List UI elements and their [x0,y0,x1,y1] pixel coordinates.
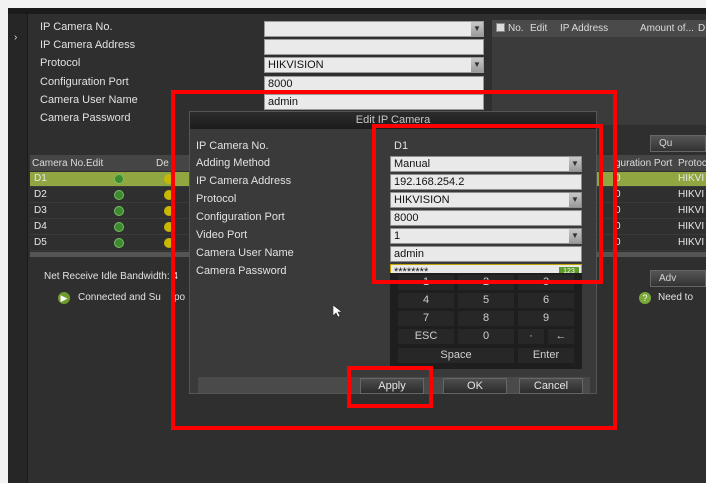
select-all-checkbox[interactable] [496,23,505,32]
protocol-select[interactable]: HIKVISION ▼ [264,57,484,73]
advanced-button[interactable]: Adv [650,270,706,287]
cell-protocol: HIKVI [678,237,705,248]
cell-camera-no: D2 [34,189,47,200]
cell-camera-no: D4 [34,221,47,232]
form-label-camera-address: IP Camera Address [40,39,136,51]
screen: › IP Camera No. IP Camera Address Protoc… [8,8,706,483]
play-icon: ▶ [58,292,70,304]
net-receive-text: Net Receive Idle Bandwidth: 4 [44,271,178,282]
edit-icon[interactable] [114,238,124,248]
chevron-right-icon: › [14,32,18,43]
form-label-password: Camera Password [40,112,131,124]
col-d: D [698,23,706,34]
col-config-port: guration Port [615,158,673,169]
quick-add-label: Qu [659,138,673,149]
protocol-value: HIKVISION [268,59,324,71]
need-text: Need to [658,292,694,303]
col-camera-no: Camera No. [32,158,86,169]
annotation-fields-box [372,124,603,284]
edit-icon[interactable] [114,174,124,184]
cell-protocol: HIKVI [678,173,705,184]
camera-no-select[interactable]: ▼ [264,21,484,37]
col-protocol: Protoc [678,158,706,169]
cell-protocol: HIKVI [678,221,705,232]
cell-camera-no: D1 [34,173,47,184]
port-value: 8000 [268,78,293,90]
cell-camera-no: D3 [34,205,47,216]
col-ip-address: IP Address [560,23,609,34]
cell-protocol: HIKVI [678,205,705,216]
help-icon: ? [639,292,651,304]
form-label-user-name: Camera User Name [40,94,138,106]
col-delete: De [156,158,169,169]
edit-icon[interactable] [114,190,124,200]
annotation-apply-box [347,366,433,408]
col-amount: Amount of... [640,23,694,34]
col-edit: Edit [530,23,548,34]
connected-text: Connected and Su [78,292,161,303]
edit-icon[interactable] [114,222,124,232]
form-label-protocol: Protocol [40,57,81,69]
col-no: No. [508,23,524,34]
cell-camera-no: D5 [34,237,47,248]
quick-add-button[interactable]: Qu [650,135,706,152]
col-edit: Edit [86,158,104,169]
edit-icon[interactable] [114,206,124,216]
camera-address-field[interactable] [264,39,484,55]
right-list-header: No. Edit IP Address Amount of... D [492,20,706,37]
form-label-camera-no: IP Camera No. [40,21,113,33]
form-label-config-port: Configuration Port [40,76,129,88]
chevron-down-icon: ▼ [471,58,483,72]
cell-protocol: HIKVI [678,189,705,200]
top-strip [8,8,706,14]
advanced-label: Adv [659,273,677,284]
chevron-down-icon: ▼ [471,22,483,36]
left-collapse-tab[interactable]: › [8,14,28,483]
